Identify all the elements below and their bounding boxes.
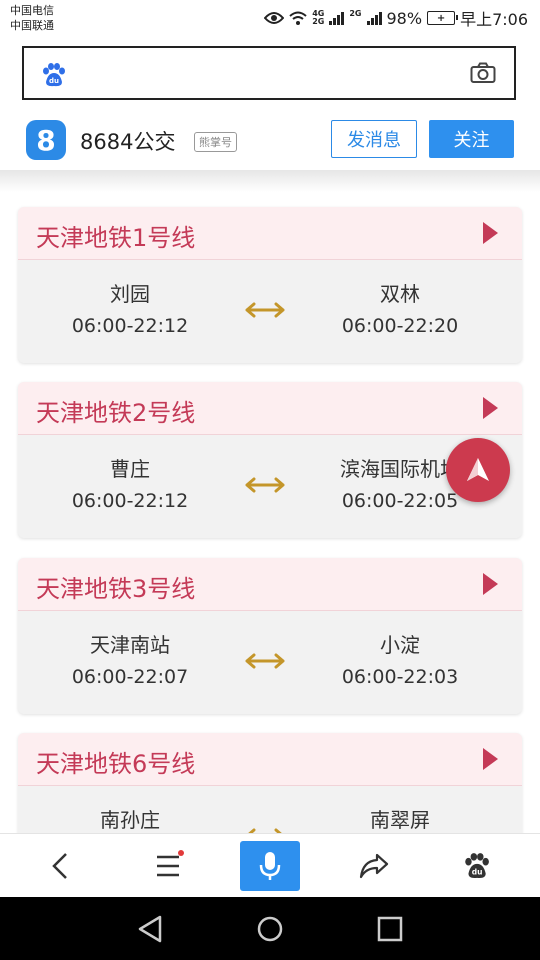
end-station: 南翠屏: [370, 808, 430, 832]
start-hours: 06:00-22:12: [71, 490, 189, 512]
account-logo[interactable]: 8: [26, 120, 66, 160]
account-badge: 熊掌号: [194, 132, 237, 152]
eye-icon: [264, 12, 285, 24]
start-station: 刘园: [110, 282, 150, 306]
notification-dot: [178, 850, 184, 856]
follow-button[interactable]: 关注: [429, 120, 514, 158]
account-name[interactable]: 8684公交: [80, 126, 175, 156]
navigation-arrow-icon: [467, 458, 489, 481]
svg-text:du: du: [472, 868, 483, 877]
voice-search-button[interactable]: [240, 841, 300, 891]
signal-type-bottom: 2G: [312, 17, 325, 26]
battery-icon: +: [427, 11, 459, 25]
line-header[interactable]: 天津地铁2号线: [18, 382, 522, 435]
system-nav-bar: [0, 897, 540, 960]
section-divider: [0, 170, 540, 192]
bidirectional-arrow-icon: [245, 302, 285, 318]
metro-line-card[interactable]: 天津地铁6号线 南孙庄 南翠屏: [18, 733, 522, 833]
carrier-1: 中国电信: [10, 4, 54, 17]
share-icon: [359, 853, 389, 879]
nav-home-icon[interactable]: [254, 913, 286, 945]
baidu-home-button[interactable]: du: [454, 844, 498, 888]
play-arrow-icon[interactable]: [483, 748, 498, 770]
svg-text:du: du: [49, 77, 59, 85]
share-button[interactable]: [352, 844, 396, 888]
baidu-paw-icon: du: [43, 63, 65, 87]
clock: 早上7:06: [460, 10, 528, 29]
line-body: 南孙庄 南翠屏: [18, 786, 522, 833]
play-arrow-icon[interactable]: [483, 397, 498, 419]
line-body: 刘园 06:00-22:12 双林 06:00-22:20: [18, 260, 522, 363]
start-station: 曹庄: [110, 457, 150, 481]
line-header[interactable]: 天津地铁6号线: [18, 733, 522, 786]
line-title: 天津地铁3号线: [36, 575, 196, 603]
floating-navigate-button[interactable]: [446, 438, 510, 502]
signal-bars-1-icon: [329, 11, 345, 25]
line-title: 天津地铁2号线: [36, 399, 196, 427]
wifi-icon: [289, 11, 307, 25]
line-header[interactable]: 天津地铁1号线: [18, 207, 522, 260]
end-station: 小淀: [380, 633, 420, 657]
bidirectional-arrow-icon: [245, 653, 285, 669]
status-bar: 中国电信 中国联通 4G 2G 2G 98% + 早上7:06: [0, 0, 540, 38]
battery-percent: 98%: [386, 8, 423, 28]
search-bar[interactable]: du: [22, 46, 516, 100]
menu-button[interactable]: [146, 844, 190, 888]
nav-recents-icon[interactable]: [374, 913, 406, 945]
line-body: 天津南站 06:00-22:07 小淀 06:00-22:03: [18, 611, 522, 714]
bidirectional-arrow-icon: [248, 828, 282, 833]
play-arrow-icon[interactable]: [483, 573, 498, 595]
account-row: 8 8684公交 熊掌号 发消息 关注: [0, 108, 540, 170]
start-station: 南孙庄: [100, 808, 160, 832]
send-message-button[interactable]: 发消息: [331, 120, 417, 158]
baidu-paw-icon: du: [465, 853, 489, 879]
line-title: 天津地铁6号线: [36, 750, 196, 778]
end-hours: 06:00-22:20: [341, 315, 459, 337]
signal-type-1: 4G 2G: [312, 10, 324, 26]
metro-line-list: 天津地铁1号线 刘园 06:00-22:12 双林 06:00-22:20 天津…: [0, 192, 540, 833]
status-icons: 4G 2G 2G 98% + 早上7:06: [264, 6, 528, 30]
carrier-2: 中国联通: [10, 19, 54, 32]
metro-line-card[interactable]: 天津地铁1号线 刘园 06:00-22:12 双林 06:00-22:20: [18, 207, 522, 363]
metro-line-card[interactable]: 天津地铁3号线 天津南站 06:00-22:07 小淀 06:00-22:03: [18, 558, 522, 714]
nav-back-icon[interactable]: [134, 913, 166, 945]
start-station: 天津南站: [90, 633, 170, 657]
signal-type-2: 2G: [349, 10, 361, 26]
line-header[interactable]: 天津地铁3号线: [18, 558, 522, 611]
browser-toolbar: du: [0, 833, 540, 898]
bidirectional-arrow-icon: [245, 477, 285, 493]
end-station: 双林: [380, 282, 420, 306]
camera-icon[interactable]: [470, 62, 496, 84]
menu-icon: [157, 855, 179, 877]
line-title: 天津地铁1号线: [36, 224, 196, 252]
back-button[interactable]: [38, 844, 82, 888]
end-hours: 06:00-22:03: [341, 666, 459, 688]
start-hours: 06:00-22:12: [71, 315, 189, 337]
microphone-icon: [259, 852, 281, 880]
signal-bars-2-icon: [366, 11, 382, 25]
line-body: 曹庄 06:00-22:12 滨海国际机场 06:00-22:05: [18, 435, 522, 538]
play-arrow-icon[interactable]: [483, 222, 498, 244]
start-hours: 06:00-22:07: [71, 666, 189, 688]
back-arrow-icon: [52, 853, 67, 879]
